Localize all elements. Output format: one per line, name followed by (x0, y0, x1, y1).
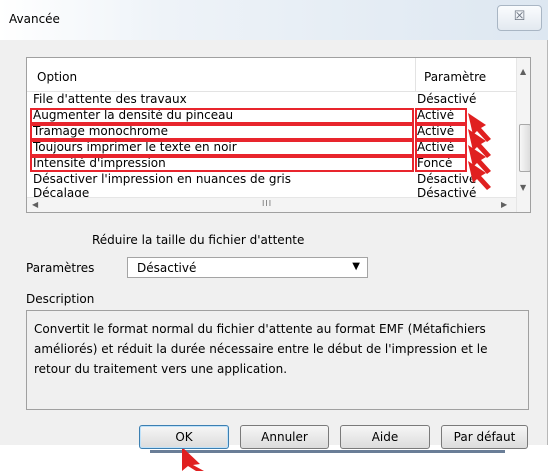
help-button[interactable]: Aide (340, 425, 430, 449)
cancel-button[interactable]: Annuler (240, 425, 329, 449)
default-button[interactable]: Par défaut (441, 425, 528, 449)
chevron-down-icon: ▼ (352, 261, 360, 272)
param-select[interactable]: Désactivé ▼ (127, 257, 368, 278)
param-select-value: Désactivé (137, 261, 197, 275)
ok-button[interactable]: OK (139, 425, 229, 449)
param-label: Paramètres (26, 261, 95, 275)
section-title: Réduire la taille du fichier d'attente (92, 233, 305, 247)
description-label: Description (26, 292, 95, 306)
description-text: Convertit le format normal du fichier d'… (34, 322, 488, 376)
pointer-arrow-icon (182, 447, 204, 471)
description-box: Convertit le format normal du fichier d'… (26, 310, 529, 410)
annotation-arrow-icon (468, 113, 491, 190)
